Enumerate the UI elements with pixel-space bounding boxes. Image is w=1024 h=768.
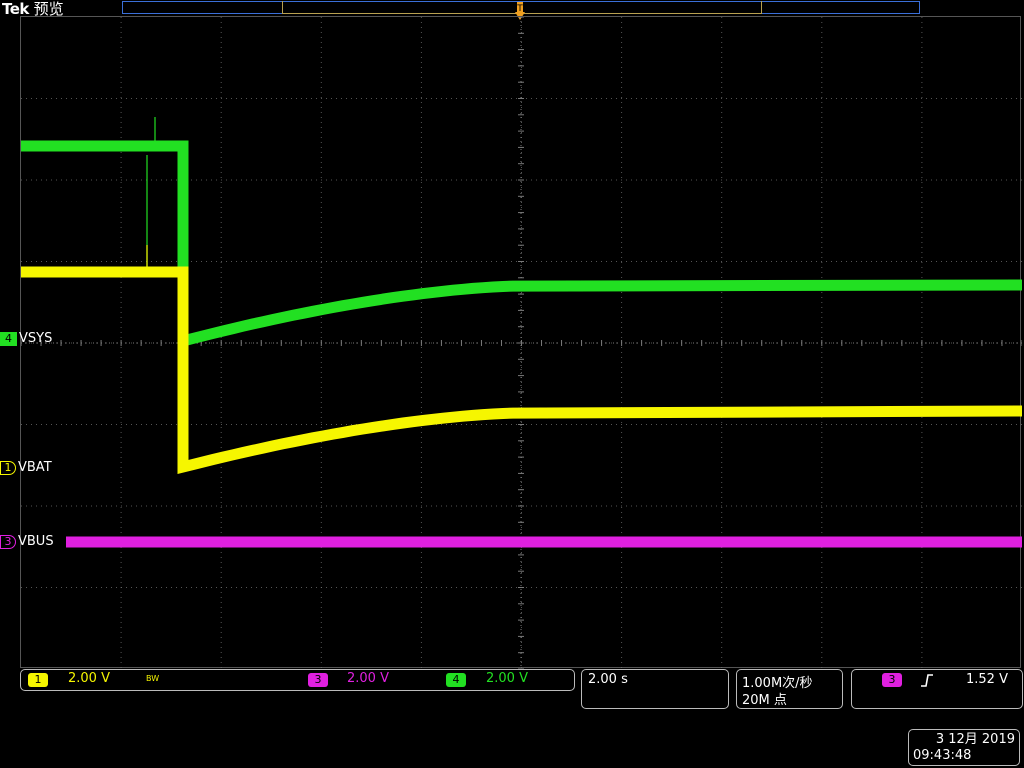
date-time-display: 3 12月 2019 09:43:48 bbox=[908, 729, 1020, 766]
ch3-chip: 3 bbox=[308, 673, 328, 687]
vertical-settings[interactable]: 1 2.00 V BW 3 2.00 V 4 2.00 V bbox=[20, 669, 575, 691]
time-per-division: 2.00 s bbox=[588, 672, 628, 687]
ch4-label: VSYS bbox=[19, 331, 53, 346]
bandwidth-limit-icon: BW bbox=[146, 674, 160, 683]
trigger-settings[interactable]: 3 1.52 V bbox=[851, 669, 1023, 709]
ch4-chip: 4 bbox=[446, 673, 466, 687]
ch1-tag: 1 bbox=[0, 461, 16, 475]
channel-1-marker[interactable]: 1 VBAT bbox=[0, 460, 52, 476]
ch3-tag: 3 bbox=[0, 535, 16, 549]
ch3-label: VBUS bbox=[18, 534, 54, 549]
acquisition-settings[interactable]: 1.00M次/秒 20M 点 bbox=[736, 669, 843, 709]
ch1-scale[interactable]: 2.00 V bbox=[68, 671, 110, 686]
channel-3-marker[interactable]: 3 VBUS bbox=[0, 534, 54, 550]
horizontal-settings[interactable]: 2.00 s bbox=[581, 669, 729, 709]
date: 3 12月 2019 bbox=[935, 732, 1015, 747]
waveform-display[interactable] bbox=[20, 16, 1022, 669]
waveform-graticule bbox=[21, 17, 1022, 669]
rising-edge-icon bbox=[921, 674, 933, 687]
ch1-chip: 1 bbox=[28, 673, 48, 687]
time: 09:43:48 bbox=[913, 748, 972, 763]
ch3-scale[interactable]: 2.00 V bbox=[347, 671, 389, 686]
trigger-level: 1.52 V bbox=[966, 672, 1008, 687]
vsys-trace bbox=[21, 140, 1022, 349]
channel-4-marker[interactable]: 4 VSYS bbox=[0, 331, 52, 347]
record-length: 20M 点 bbox=[742, 693, 787, 708]
ch1-label: VBAT bbox=[18, 460, 52, 475]
trigger-source-chip: 3 bbox=[882, 673, 902, 687]
ch4-scale[interactable]: 2.00 V bbox=[486, 671, 528, 686]
ch4-tag: 4 bbox=[0, 332, 17, 346]
status-readout: 1 2.00 V BW 3 2.00 V 4 2.00 V 2.00 s 1.0… bbox=[18, 669, 1024, 709]
